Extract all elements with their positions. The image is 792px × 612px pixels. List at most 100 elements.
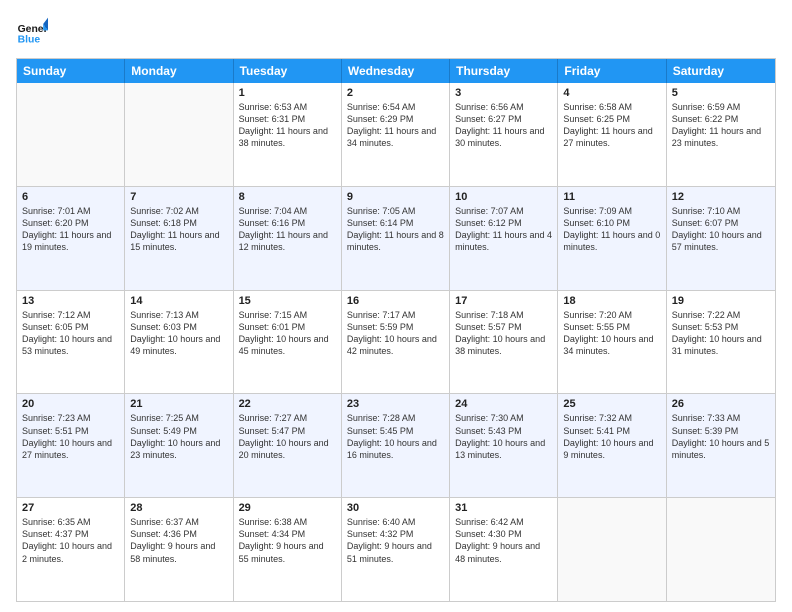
calendar-cell: 7Sunrise: 7:02 AMSunset: 6:18 PMDaylight… bbox=[125, 187, 233, 290]
sunset-text: Sunset: 6:31 PM bbox=[239, 113, 336, 125]
calendar-header: SundayMondayTuesdayWednesdayThursdayFrid… bbox=[17, 59, 775, 83]
sunset-text: Sunset: 6:27 PM bbox=[455, 113, 552, 125]
header-cell-tuesday: Tuesday bbox=[234, 59, 342, 83]
day-number: 12 bbox=[672, 191, 770, 203]
sunrise-text: Sunrise: 6:38 AM bbox=[239, 516, 336, 528]
sunrise-text: Sunrise: 7:27 AM bbox=[239, 412, 336, 424]
calendar-cell: 30Sunrise: 6:40 AMSunset: 4:32 PMDayligh… bbox=[342, 498, 450, 601]
daylight-text: Daylight: 10 hours and 42 minutes. bbox=[347, 333, 444, 357]
calendar-cell: 21Sunrise: 7:25 AMSunset: 5:49 PMDayligh… bbox=[125, 394, 233, 497]
day-number: 21 bbox=[130, 398, 227, 410]
daylight-text: Daylight: 10 hours and 9 minutes. bbox=[563, 437, 660, 461]
sunrise-text: Sunrise: 7:04 AM bbox=[239, 205, 336, 217]
calendar-cell: 4Sunrise: 6:58 AMSunset: 6:25 PMDaylight… bbox=[558, 83, 666, 186]
sunset-text: Sunset: 6:07 PM bbox=[672, 217, 770, 229]
sunrise-text: Sunrise: 6:54 AM bbox=[347, 101, 444, 113]
sunrise-text: Sunrise: 6:42 AM bbox=[455, 516, 552, 528]
sunset-text: Sunset: 5:43 PM bbox=[455, 425, 552, 437]
sunset-text: Sunset: 6:22 PM bbox=[672, 113, 770, 125]
calendar-cell bbox=[17, 83, 125, 186]
day-number: 3 bbox=[455, 87, 552, 99]
daylight-text: Daylight: 10 hours and 31 minutes. bbox=[672, 333, 770, 357]
sunset-text: Sunset: 4:36 PM bbox=[130, 528, 227, 540]
calendar-cell: 3 Sunrise: 6:56 AMSunset: 6:27 PMDaylight… bbox=[450, 83, 558, 186]
day-number: 30 bbox=[347, 502, 444, 514]
daylight-text: Daylight: 9 hours and 58 minutes. bbox=[130, 540, 227, 564]
sunset-text: Sunset: 5:41 PM bbox=[563, 425, 660, 437]
day-number: 11 bbox=[563, 191, 660, 203]
sunrise-text: Sunrise: 7:25 AM bbox=[130, 412, 227, 424]
calendar-cell: 8Sunrise: 7:04 AMSunset: 6:16 PMDaylight… bbox=[234, 187, 342, 290]
calendar-row-4: 27Sunrise: 6:35 AMSunset: 4:37 PMDayligh… bbox=[17, 497, 775, 601]
day-number: 18 bbox=[563, 295, 660, 307]
day-number: 16 bbox=[347, 295, 444, 307]
sunrise-text: Sunrise: 7:20 AM bbox=[563, 309, 660, 321]
calendar-cell: 22Sunrise: 7:27 AMSunset: 5:47 PMDayligh… bbox=[234, 394, 342, 497]
sunset-text: Sunset: 5:53 PM bbox=[672, 321, 770, 333]
sunrise-text: Sunrise: 7:02 AM bbox=[130, 205, 227, 217]
day-number: 6 bbox=[22, 191, 119, 203]
calendar-cell: 18Sunrise: 7:20 AMSunset: 5:55 PMDayligh… bbox=[558, 291, 666, 394]
calendar-cell: 19 Sunrise: 7:22 AMSunset: 5:53 PMDayligh… bbox=[667, 291, 775, 394]
sunrise-text: Sunrise: 7:07 AM bbox=[455, 205, 552, 217]
sunset-text: Sunset: 6:14 PM bbox=[347, 217, 444, 229]
calendar-row-1: 6Sunrise: 7:01 AMSunset: 6:20 PMDaylight… bbox=[17, 186, 775, 290]
sunrise-text: Sunrise: 7:33 AM bbox=[672, 412, 770, 424]
daylight-text: Daylight: 10 hours and 57 minutes. bbox=[672, 229, 770, 253]
daylight-text: Daylight: 11 hours and 30 minutes. bbox=[455, 125, 552, 149]
day-number: 26 bbox=[672, 398, 770, 410]
day-number: 25 bbox=[563, 398, 660, 410]
calendar-cell: 1Sunrise: 6:53 AMSunset: 6:31 PMDaylight… bbox=[234, 83, 342, 186]
calendar-cell: 17Sunrise: 7:18 AMSunset: 5:57 PMDayligh… bbox=[450, 291, 558, 394]
daylight-text: Daylight: 9 hours and 51 minutes. bbox=[347, 540, 444, 564]
calendar-cell: 25Sunrise: 7:32 AMSunset: 5:41 PMDayligh… bbox=[558, 394, 666, 497]
sunrise-text: Sunrise: 6:37 AM bbox=[130, 516, 227, 528]
sunset-text: Sunset: 6:10 PM bbox=[563, 217, 660, 229]
day-number: 22 bbox=[239, 398, 336, 410]
sunrise-text: Sunrise: 7:05 AM bbox=[347, 205, 444, 217]
sunset-text: Sunset: 5:51 PM bbox=[22, 425, 119, 437]
day-number: 23 bbox=[347, 398, 444, 410]
sunset-text: Sunset: 4:30 PM bbox=[455, 528, 552, 540]
calendar-cell: 10Sunrise: 7:07 AMSunset: 6:12 PMDayligh… bbox=[450, 187, 558, 290]
sunset-text: Sunset: 6:25 PM bbox=[563, 113, 660, 125]
sunset-text: Sunset: 5:39 PM bbox=[672, 425, 770, 437]
sunrise-text: Sunrise: 7:13 AM bbox=[130, 309, 227, 321]
sunrise-text: Sunrise: 6:56 AM bbox=[455, 101, 552, 113]
calendar-cell: 27Sunrise: 6:35 AMSunset: 4:37 PMDayligh… bbox=[17, 498, 125, 601]
calendar-cell: 11Sunrise: 7:09 AMSunset: 6:10 PMDayligh… bbox=[558, 187, 666, 290]
sunrise-text: Sunrise: 7:23 AM bbox=[22, 412, 119, 424]
daylight-text: Daylight: 10 hours and 23 minutes. bbox=[130, 437, 227, 461]
day-number: 7 bbox=[130, 191, 227, 203]
daylight-text: Daylight: 11 hours and 12 minutes. bbox=[239, 229, 336, 253]
calendar-cell: 29Sunrise: 6:38 AMSunset: 4:34 PMDayligh… bbox=[234, 498, 342, 601]
sunset-text: Sunset: 6:20 PM bbox=[22, 217, 119, 229]
sunrise-text: Sunrise: 7:17 AM bbox=[347, 309, 444, 321]
sunset-text: Sunset: 5:59 PM bbox=[347, 321, 444, 333]
header-cell-sunday: Sunday bbox=[17, 59, 125, 83]
calendar-cell: 12Sunrise: 7:10 AMSunset: 6:07 PMDayligh… bbox=[667, 187, 775, 290]
sunrise-text: Sunrise: 7:22 AM bbox=[672, 309, 770, 321]
calendar-cell bbox=[558, 498, 666, 601]
sunrise-text: Sunrise: 6:59 AM bbox=[672, 101, 770, 113]
calendar-cell bbox=[667, 498, 775, 601]
sunrise-text: Sunrise: 7:30 AM bbox=[455, 412, 552, 424]
daylight-text: Daylight: 11 hours and 0 minutes. bbox=[563, 229, 660, 253]
sunset-text: Sunset: 6:16 PM bbox=[239, 217, 336, 229]
daylight-text: Daylight: 10 hours and 13 minutes. bbox=[455, 437, 552, 461]
day-number: 1 bbox=[239, 87, 336, 99]
header-cell-monday: Monday bbox=[125, 59, 233, 83]
daylight-text: Daylight: 10 hours and 34 minutes. bbox=[563, 333, 660, 357]
calendar-cell: 5Sunrise: 6:59 AMSunset: 6:22 PMDaylight… bbox=[667, 83, 775, 186]
sunrise-text: Sunrise: 6:40 AM bbox=[347, 516, 444, 528]
sunset-text: Sunset: 4:37 PM bbox=[22, 528, 119, 540]
sunset-text: Sunset: 4:34 PM bbox=[239, 528, 336, 540]
header-cell-wednesday: Wednesday bbox=[342, 59, 450, 83]
day-number: 15 bbox=[239, 295, 336, 307]
day-number: 29 bbox=[239, 502, 336, 514]
day-number: 24 bbox=[455, 398, 552, 410]
sunset-text: Sunset: 6:01 PM bbox=[239, 321, 336, 333]
day-number: 19 bbox=[672, 295, 770, 307]
header-cell-thursday: Thursday bbox=[450, 59, 558, 83]
daylight-text: Daylight: 11 hours and 8 minutes. bbox=[347, 229, 444, 253]
